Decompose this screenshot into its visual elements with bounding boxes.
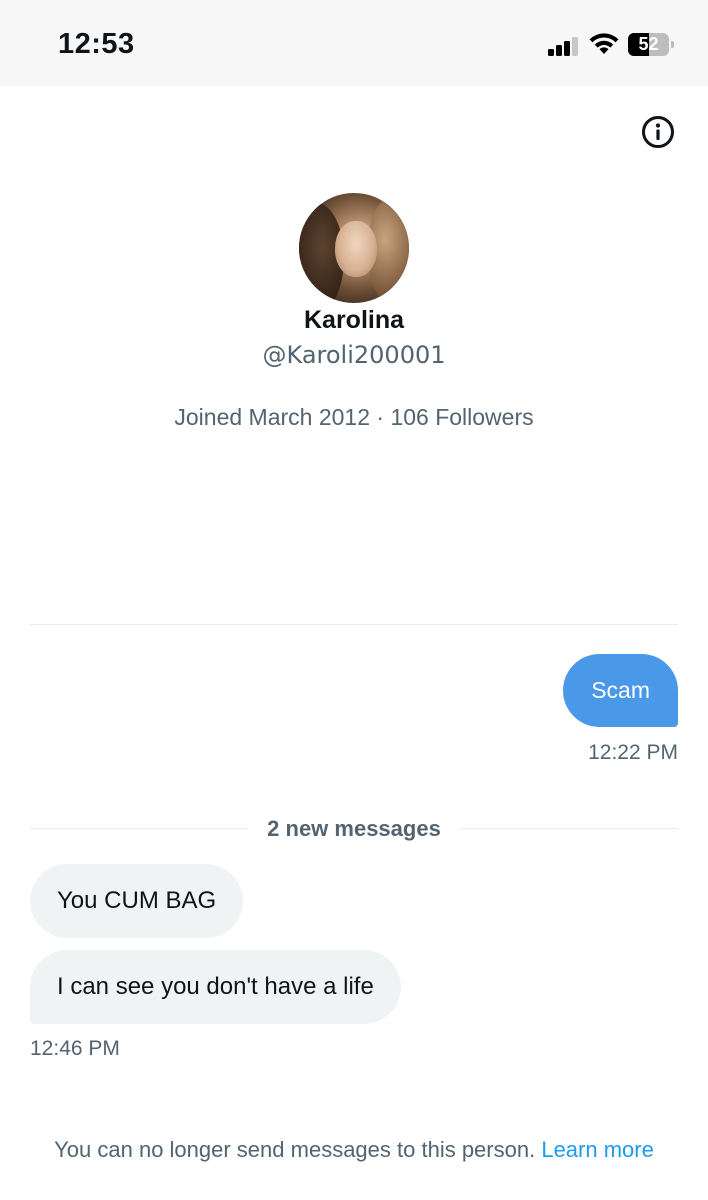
new-messages-separator: 2 new messages	[30, 814, 678, 844]
dm-conversation-screen: 12:53 52 Karolina @Karoli200001 Joined M…	[0, 0, 708, 1200]
signal-bar	[564, 41, 570, 56]
signal-bar	[572, 37, 578, 56]
profile-handle[interactable]: @Karoli200001	[0, 341, 708, 369]
profile-name[interactable]: Karolina	[0, 306, 708, 335]
notice-text: You can no longer send messages to this …	[54, 1137, 536, 1162]
info-icon[interactable]	[640, 114, 676, 150]
wifi-icon	[589, 33, 619, 54]
battery-tip	[671, 41, 674, 48]
divider	[30, 624, 678, 625]
profile-meta: Joined March 2012 · 106 Followers	[174, 404, 534, 430]
received-message-bubble[interactable]: You CUM BAG	[30, 864, 244, 938]
signal-bar	[548, 49, 554, 56]
cannot-message-notice: You can no longer send messages to this …	[0, 1137, 708, 1163]
received-message-timestamp: 12:46 PM	[30, 1037, 120, 1060]
status-bar: 12:53 52	[0, 0, 708, 86]
separator-line-right	[460, 828, 678, 829]
battery-level: 52	[638, 34, 659, 54]
sent-message-timestamp: 12:22 PM	[588, 741, 678, 764]
avatar[interactable]	[299, 193, 409, 303]
received-message-bubble[interactable]: I can see you don't have a life	[30, 950, 401, 1024]
battery-icon: 52	[628, 33, 674, 56]
cellular-signal-icon	[548, 36, 580, 56]
signal-bar	[556, 45, 562, 56]
avatar-face	[335, 221, 377, 277]
new-messages-label: 2 new messages	[267, 816, 441, 841]
status-time: 12:53	[58, 28, 135, 60]
learn-more-link[interactable]: Learn more	[541, 1137, 654, 1162]
battery-body: 52	[628, 33, 669, 56]
sent-message-bubble[interactable]: Scam	[563, 654, 678, 727]
